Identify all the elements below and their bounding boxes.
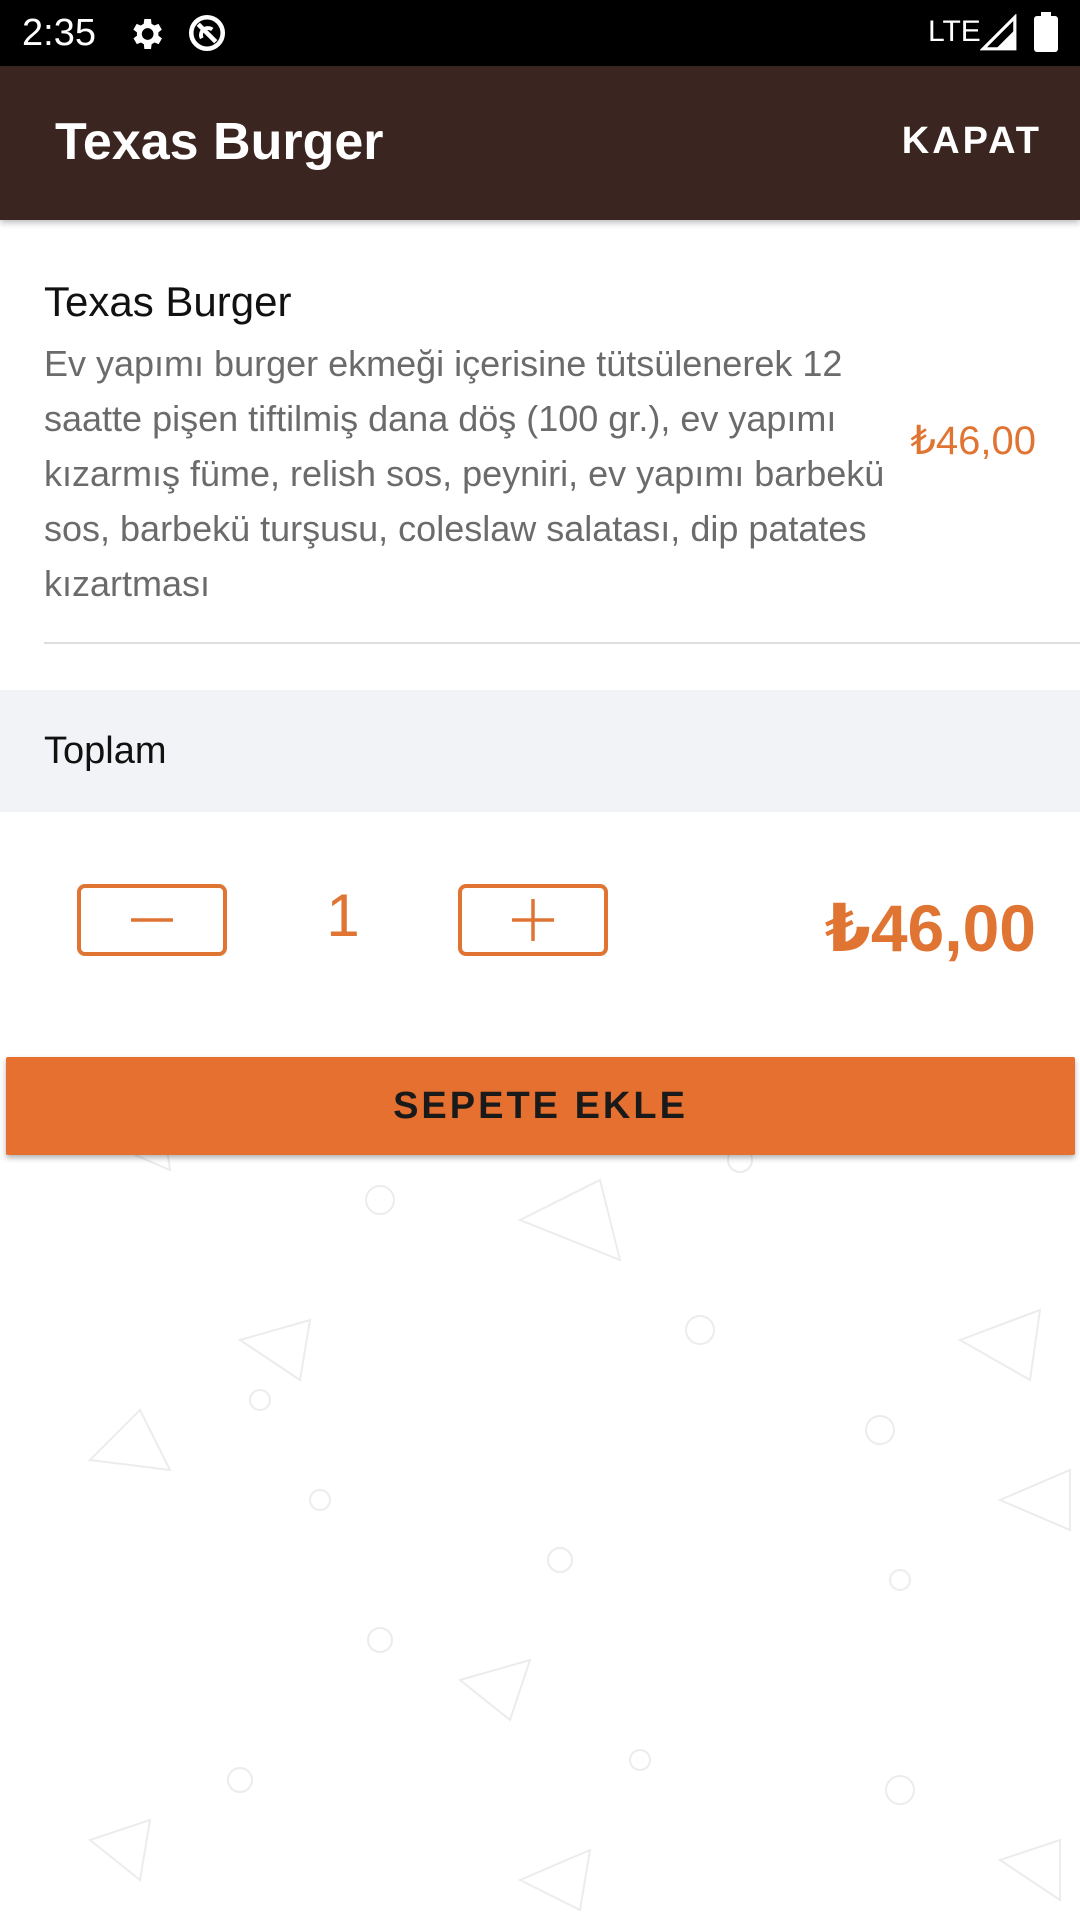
status-time: 2:35 <box>22 12 96 54</box>
product-price: ₺46,00 <box>910 419 1036 463</box>
minus-icon <box>131 918 173 922</box>
product-description: Ev yapımı burger ekmeği içerisine tütsül… <box>44 343 885 604</box>
sync-icon <box>188 14 226 52</box>
product-name: Texas Burger <box>44 278 292 325</box>
network-type: LTE <box>928 15 981 48</box>
total-label: Toplam <box>44 730 167 772</box>
decrease-quantity-button[interactable] <box>77 884 227 956</box>
settings-icon <box>133 19 162 49</box>
background-pattern <box>87 1098 1071 1912</box>
page-title: Texas Burger <box>55 113 384 171</box>
status-bar: 2:35 LTE <box>0 0 1080 66</box>
increase-quantity-button[interactable] <box>458 884 608 956</box>
add-to-cart-button[interactable]: SEPETE EKLE <box>6 1057 1075 1155</box>
total-section-header: Toplam <box>0 690 1080 812</box>
divider <box>44 642 1080 644</box>
battery-icon <box>1034 12 1058 52</box>
plus-icon <box>512 899 554 941</box>
signal-icon <box>980 14 1017 51</box>
close-button[interactable]: KAPAT <box>902 116 1042 166</box>
app-bar: Texas Burger KAPAT <box>0 66 1080 220</box>
total-price: ₺46,00 <box>824 891 1036 965</box>
quantity-value: 1 <box>326 882 360 949</box>
